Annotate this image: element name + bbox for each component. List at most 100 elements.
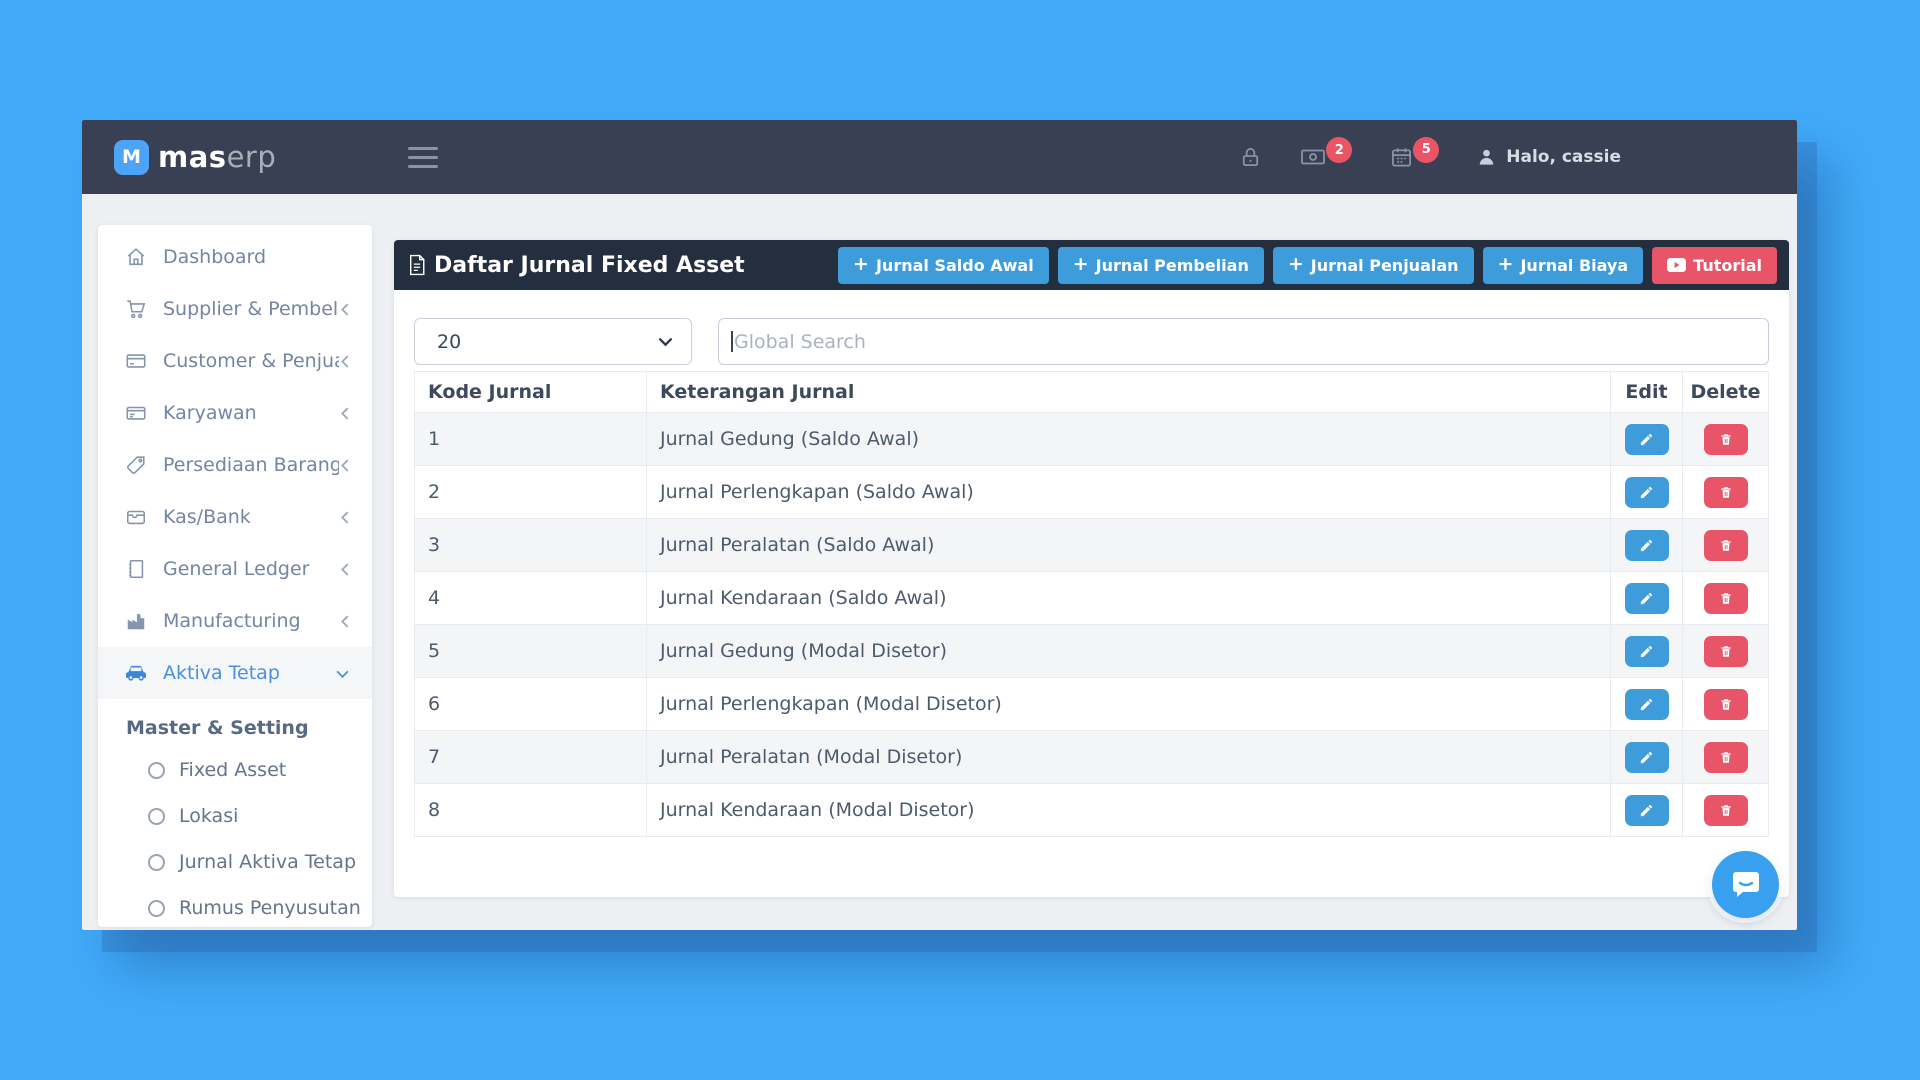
sidebar-item-karyawan[interactable]: Karyawan [98, 387, 372, 439]
factory-icon [124, 609, 148, 633]
sidebar-item-supplier-pembelian[interactable]: Supplier & Pembelian [98, 283, 372, 335]
sidebar-item-aktiva-tetap[interactable]: Aktiva Tetap [98, 647, 372, 699]
jurnal-saldo-awal-button[interactable]: +Jurnal Saldo Awal [838, 247, 1049, 284]
table-toolbar: 20 [414, 318, 1769, 365]
column-header-kode[interactable]: Kode Jurnal [415, 372, 647, 413]
plus-icon: + [1288, 255, 1304, 274]
user-greeting: Halo, cassie [1506, 147, 1621, 167]
sidebar-subitem-fixed-asset[interactable]: Fixed Asset [98, 747, 372, 793]
pencil-icon [1639, 485, 1654, 500]
id-card-icon [124, 401, 148, 425]
sidebar-item-persediaan-barang[interactable]: Persediaan Barang [98, 439, 372, 491]
global-search [718, 318, 1769, 365]
cell-keterangan: Jurnal Peralatan (Modal Disetor) [647, 731, 1611, 784]
user-icon [1477, 148, 1496, 167]
tutorial-button[interactable]: Tutorial [1652, 247, 1777, 284]
plus-icon: + [1073, 255, 1089, 274]
cell-kode: 8 [415, 784, 647, 837]
edit-button[interactable] [1625, 424, 1669, 455]
sidebar-item-kas-bank[interactable]: Kas/Bank [98, 491, 372, 543]
car-icon [124, 661, 148, 685]
edit-button[interactable] [1625, 636, 1669, 667]
edit-button[interactable] [1625, 689, 1669, 720]
sidebar-subitem-jurnal-aktiva-tetap[interactable]: Jurnal Aktiva Tetap [98, 839, 372, 885]
sidebar-item-dashboard[interactable]: Dashboard [98, 231, 372, 283]
page-title: Daftar Jurnal Fixed Asset [408, 253, 745, 278]
delete-button[interactable] [1704, 636, 1748, 667]
pencil-icon [1639, 432, 1654, 447]
hamburger-menu-icon[interactable] [408, 147, 438, 168]
table-row: 3 Jurnal Peralatan (Saldo Awal) [415, 519, 1769, 572]
sidebar-item-label: General Ledger [163, 558, 339, 580]
trash-icon [1719, 538, 1733, 553]
chevron-left-icon [339, 562, 350, 577]
chevron-left-icon [339, 458, 350, 473]
edit-button[interactable] [1625, 742, 1669, 773]
app-logo[interactable]: M maserp [114, 140, 276, 175]
panel-actions: +Jurnal Saldo Awal +Jurnal Pembelian +Ju… [838, 247, 1777, 284]
jurnal-biaya-button[interactable]: +Jurnal Biaya [1483, 247, 1644, 284]
page-size-select[interactable]: 20 [414, 318, 692, 365]
delete-button[interactable] [1704, 477, 1748, 508]
sidebar-item-customer-penjualan[interactable]: Customer & Penjualan [98, 335, 372, 387]
sidebar-subitem-lokasi[interactable]: Lokasi [98, 793, 372, 839]
sidebar-item-manufacturing[interactable]: Manufacturing [98, 595, 372, 647]
sidebar-item-label: Customer & Penjualan [163, 350, 339, 372]
table-row: 5 Jurnal Gedung (Modal Disetor) [415, 625, 1769, 678]
cell-kode: 4 [415, 572, 647, 625]
edit-button[interactable] [1625, 530, 1669, 561]
select-caret-icon [658, 337, 673, 347]
delete-button[interactable] [1704, 583, 1748, 614]
delete-button[interactable] [1704, 424, 1748, 455]
sidebar-item-general-ledger[interactable]: General Ledger [98, 543, 372, 595]
money-notifications-icon[interactable]: 2 [1300, 146, 1326, 168]
chevron-down-icon [335, 668, 350, 679]
brand-light: erp [227, 140, 277, 174]
calendar-notifications-icon[interactable]: 5 [1390, 146, 1413, 169]
edit-button[interactable] [1625, 477, 1669, 508]
sidebar-item-label: Manufacturing [163, 610, 339, 632]
panel-header: Daftar Jurnal Fixed Asset +Jurnal Saldo … [394, 240, 1789, 290]
sidebar-subitem-rumus-penyusutan[interactable]: Rumus Penyusutan [98, 885, 372, 927]
trash-icon [1719, 485, 1733, 500]
global-search-input[interactable] [718, 318, 1769, 365]
cell-keterangan: Jurnal Perlengkapan (Saldo Awal) [647, 466, 1611, 519]
pencil-icon [1639, 644, 1654, 659]
tag-icon [124, 453, 148, 477]
jurnal-pembelian-button[interactable]: +Jurnal Pembelian [1058, 247, 1264, 284]
cell-kode: 1 [415, 413, 647, 466]
delete-button[interactable] [1704, 689, 1748, 720]
sidebar-subitem-label: Jurnal Aktiva Tetap [179, 851, 356, 873]
delete-button[interactable] [1704, 530, 1748, 561]
delete-button[interactable] [1704, 795, 1748, 826]
cell-kode: 3 [415, 519, 647, 572]
panel-body: 20 Kode Jurnal Keterangan Jurnal Edit [394, 290, 1789, 897]
radio-bullet-icon [148, 762, 165, 779]
sidebar-subitem-label: Rumus Penyusutan [179, 897, 361, 919]
sidebar-item-label: Supplier & Pembelian [163, 298, 339, 320]
calendar-badge: 5 [1413, 137, 1439, 163]
edit-button[interactable] [1625, 583, 1669, 614]
youtube-play-icon [1667, 258, 1686, 272]
user-menu[interactable]: Halo, cassie [1477, 147, 1621, 167]
sidebar-item-label: Persediaan Barang [163, 454, 339, 476]
brand-bold: mas [158, 140, 227, 174]
column-header-keterangan[interactable]: Keterangan Jurnal [647, 372, 1611, 413]
edit-button[interactable] [1625, 795, 1669, 826]
app-window: M maserp 2 5 [82, 120, 1797, 930]
table-row: 6 Jurnal Perlengkapan (Modal Disetor) [415, 678, 1769, 731]
pencil-icon [1639, 803, 1654, 818]
jurnal-penjualan-button[interactable]: +Jurnal Penjualan [1273, 247, 1474, 284]
cart-icon [124, 297, 148, 321]
pencil-icon [1639, 697, 1654, 712]
cell-keterangan: Jurnal Peralatan (Saldo Awal) [647, 519, 1611, 572]
delete-button[interactable] [1704, 742, 1748, 773]
trash-icon [1719, 591, 1733, 606]
lock-icon[interactable] [1239, 146, 1262, 169]
radio-bullet-icon [148, 900, 165, 917]
trash-icon [1719, 697, 1733, 712]
pencil-icon [1639, 591, 1654, 606]
chat-widget-button[interactable] [1712, 851, 1779, 918]
cell-keterangan: Jurnal Gedung (Modal Disetor) [647, 625, 1611, 678]
main-panel: Daftar Jurnal Fixed Asset +Jurnal Saldo … [394, 240, 1789, 897]
